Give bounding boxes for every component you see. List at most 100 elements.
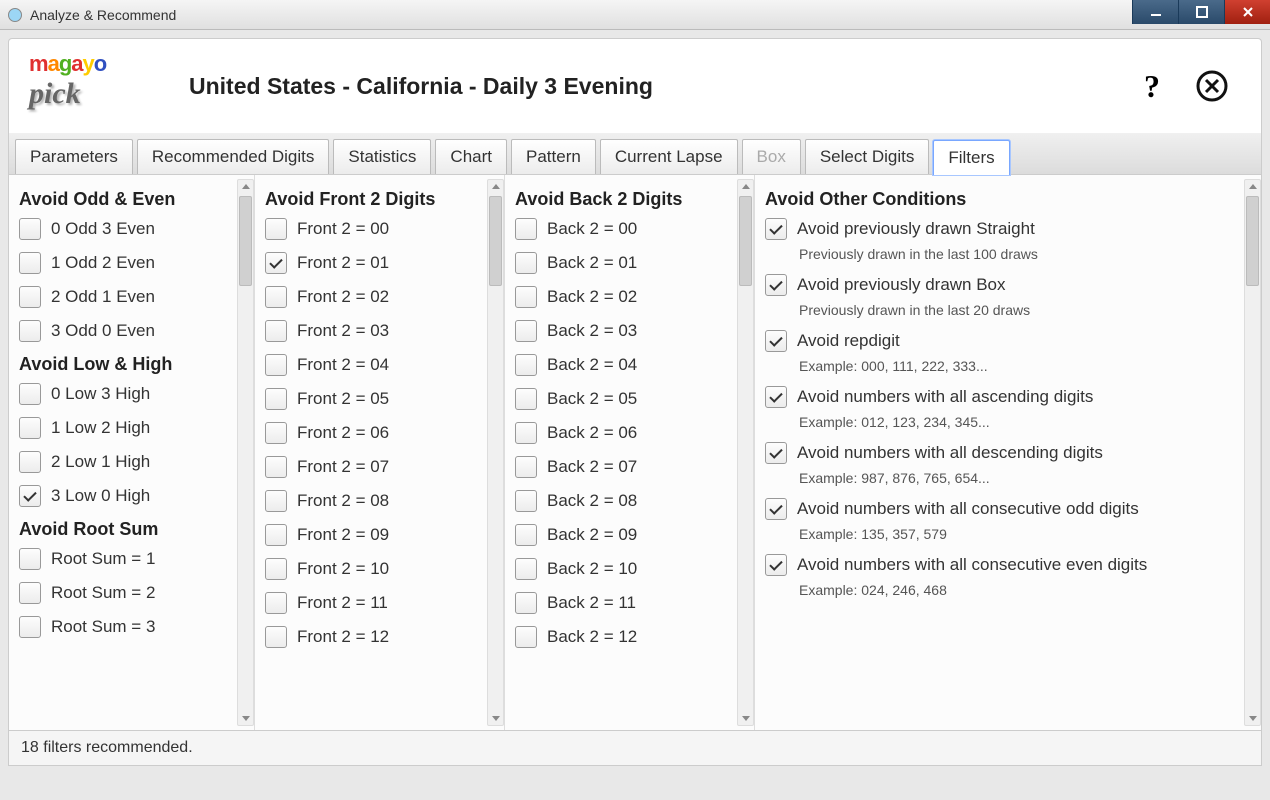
filter-checkbox-row[interactable]: Back 2 = 08 (515, 490, 750, 512)
filter-checkbox-row[interactable]: Back 2 = 01 (515, 252, 750, 274)
checkbox[interactable] (265, 252, 287, 274)
checkbox[interactable] (515, 490, 537, 512)
minimize-button[interactable] (1132, 0, 1178, 24)
checkbox[interactable] (765, 330, 787, 352)
checkbox[interactable] (265, 592, 287, 614)
filter-checkbox-row[interactable]: Front 2 = 02 (265, 286, 500, 308)
filter-checkbox-row[interactable]: Back 2 = 12 (515, 626, 750, 648)
checkbox[interactable] (515, 218, 537, 240)
filter-checkbox-row[interactable]: 0 Odd 3 Even (19, 218, 250, 240)
checkbox[interactable] (265, 456, 287, 478)
filter-checkbox-row[interactable]: Front 2 = 04 (265, 354, 500, 376)
checkbox[interactable] (265, 558, 287, 580)
checkbox[interactable] (19, 252, 41, 274)
checkbox[interactable] (265, 218, 287, 240)
checkbox[interactable] (265, 524, 287, 546)
filter-checkbox-row[interactable]: Front 2 = 10 (265, 558, 500, 580)
filter-checkbox-row[interactable]: Front 2 = 12 (265, 626, 500, 648)
checkbox[interactable] (19, 286, 41, 308)
checkbox[interactable] (765, 274, 787, 296)
filter-checkbox-row[interactable]: Back 2 = 11 (515, 592, 750, 614)
filter-checkbox-row[interactable]: Back 2 = 06 (515, 422, 750, 444)
tab-chart[interactable]: Chart (435, 139, 507, 174)
checkbox[interactable] (765, 386, 787, 408)
filter-checkbox-row[interactable]: Front 2 = 09 (265, 524, 500, 546)
checkbox[interactable] (19, 451, 41, 473)
tab-parameters[interactable]: Parameters (15, 139, 133, 174)
checkbox[interactable] (515, 456, 537, 478)
filter-checkbox-row[interactable]: Avoid repdigit (765, 330, 1257, 352)
checkbox[interactable] (19, 616, 41, 638)
filter-checkbox-row[interactable]: Avoid numbers with all consecutive odd d… (765, 498, 1257, 520)
filter-checkbox-row[interactable]: 3 Odd 0 Even (19, 320, 250, 342)
scrollbar[interactable] (237, 179, 254, 726)
checkbox[interactable] (515, 524, 537, 546)
filter-checkbox-row[interactable]: Back 2 = 09 (515, 524, 750, 546)
tab-filters[interactable]: Filters (933, 140, 1009, 175)
filter-checkbox-row[interactable]: 2 Odd 1 Even (19, 286, 250, 308)
checkbox[interactable] (515, 422, 537, 444)
checkbox[interactable] (515, 558, 537, 580)
checkbox[interactable] (265, 490, 287, 512)
tab-statistics[interactable]: Statistics (333, 139, 431, 174)
help-icon[interactable]: ? (1133, 67, 1171, 105)
checkbox[interactable] (19, 417, 41, 439)
checkbox[interactable] (265, 354, 287, 376)
scrollbar[interactable] (487, 179, 504, 726)
filter-checkbox-row[interactable]: Back 2 = 07 (515, 456, 750, 478)
close-button[interactable] (1224, 0, 1270, 24)
filter-checkbox-row[interactable]: Avoid numbers with all ascending digits (765, 386, 1257, 408)
filter-checkbox-row[interactable]: Front 2 = 03 (265, 320, 500, 342)
filter-checkbox-row[interactable]: Front 2 = 07 (265, 456, 500, 478)
tab-pattern[interactable]: Pattern (511, 139, 596, 174)
filter-checkbox-row[interactable]: Back 2 = 10 (515, 558, 750, 580)
filter-checkbox-row[interactable]: Avoid numbers with all descending digits (765, 442, 1257, 464)
checkbox[interactable] (515, 320, 537, 342)
checkbox[interactable] (265, 320, 287, 342)
filter-checkbox-row[interactable]: Front 2 = 05 (265, 388, 500, 410)
filter-checkbox-row[interactable]: Front 2 = 06 (265, 422, 500, 444)
filter-checkbox-row[interactable]: Front 2 = 00 (265, 218, 500, 240)
filter-checkbox-row[interactable]: 3 Low 0 High (19, 485, 250, 507)
checkbox[interactable] (765, 554, 787, 576)
filter-checkbox-row[interactable]: Avoid previously drawn Box (765, 274, 1257, 296)
checkbox[interactable] (19, 582, 41, 604)
checkbox[interactable] (765, 218, 787, 240)
filter-checkbox-row[interactable]: Back 2 = 04 (515, 354, 750, 376)
filter-checkbox-row[interactable]: Front 2 = 11 (265, 592, 500, 614)
checkbox[interactable] (265, 422, 287, 444)
filter-checkbox-row[interactable]: Back 2 = 00 (515, 218, 750, 240)
filter-checkbox-row[interactable]: Back 2 = 02 (515, 286, 750, 308)
checkbox[interactable] (515, 626, 537, 648)
filter-checkbox-row[interactable]: Avoid previously drawn Straight (765, 218, 1257, 240)
checkbox[interactable] (19, 383, 41, 405)
checkbox[interactable] (19, 218, 41, 240)
filter-checkbox-row[interactable]: 1 Low 2 High (19, 417, 250, 439)
scrollbar[interactable] (1244, 179, 1261, 726)
maximize-button[interactable] (1178, 0, 1224, 24)
filter-checkbox-row[interactable]: Root Sum = 3 (19, 616, 250, 638)
checkbox[interactable] (515, 592, 537, 614)
tab-current-lapse[interactable]: Current Lapse (600, 139, 738, 174)
checkbox[interactable] (515, 354, 537, 376)
filter-checkbox-row[interactable]: Front 2 = 01 (265, 252, 500, 274)
checkbox[interactable] (19, 320, 41, 342)
checkbox[interactable] (515, 388, 537, 410)
filter-checkbox-row[interactable]: Back 2 = 03 (515, 320, 750, 342)
checkbox[interactable] (19, 548, 41, 570)
checkbox[interactable] (265, 626, 287, 648)
checkbox[interactable] (19, 485, 41, 507)
filter-checkbox-row[interactable]: Avoid numbers with all consecutive even … (765, 554, 1257, 576)
scrollbar[interactable] (737, 179, 754, 726)
filter-checkbox-row[interactable]: 0 Low 3 High (19, 383, 250, 405)
close-icon[interactable] (1193, 67, 1231, 105)
checkbox[interactable] (765, 498, 787, 520)
checkbox[interactable] (265, 286, 287, 308)
filter-checkbox-row[interactable]: Root Sum = 1 (19, 548, 250, 570)
checkbox[interactable] (515, 286, 537, 308)
filter-checkbox-row[interactable]: Front 2 = 08 (265, 490, 500, 512)
checkbox[interactable] (765, 442, 787, 464)
tab-select-digits[interactable]: Select Digits (805, 139, 929, 174)
checkbox[interactable] (265, 388, 287, 410)
filter-checkbox-row[interactable]: Root Sum = 2 (19, 582, 250, 604)
